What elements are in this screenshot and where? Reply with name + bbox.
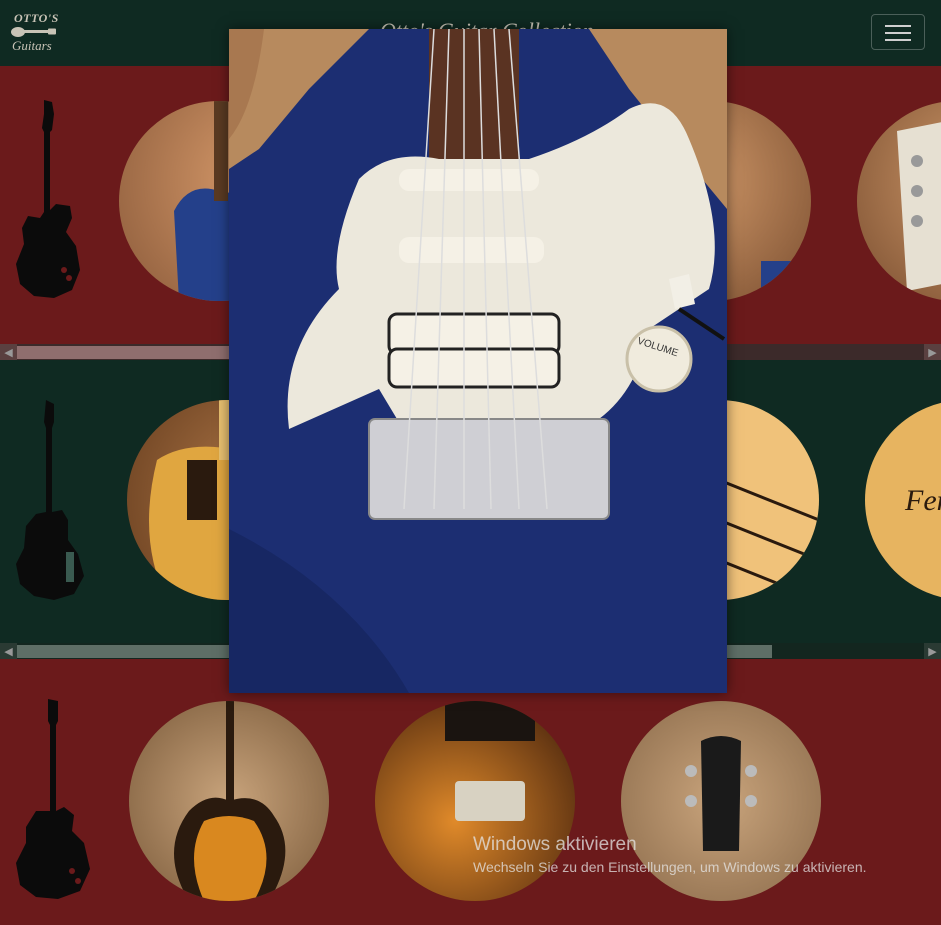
watermark-subtitle: Wechseln Sie zu den Einstellungen, um Wi… xyxy=(473,859,867,875)
hamburger-icon xyxy=(885,39,911,41)
scroll-right-icon[interactable]: ▶ xyxy=(924,344,941,360)
scroll-left-icon[interactable]: ◀ xyxy=(0,643,17,659)
watermark-title: Windows aktivieren xyxy=(473,834,637,855)
scroll-thumb[interactable] xyxy=(17,346,229,359)
menu-toggle-button[interactable] xyxy=(871,14,925,50)
semihollow-silhouette-icon[interactable] xyxy=(14,699,94,899)
guitar-row-semihollow xyxy=(0,659,941,925)
logo-text-guitars: Guitars xyxy=(12,38,52,53)
svg-text:Fender: Fender xyxy=(904,484,941,517)
blue-stratocaster-closeup-image: VOLUME xyxy=(229,29,727,693)
guitar-image-modal[interactable]: VOLUME xyxy=(229,29,727,693)
hamburger-icon xyxy=(885,25,911,27)
stratocaster-silhouette-icon[interactable] xyxy=(14,100,84,300)
telecaster-silhouette-icon[interactable] xyxy=(14,400,90,600)
sunburst-semihollow-photo[interactable] xyxy=(129,701,329,901)
strat-headstock-photo[interactable] xyxy=(857,101,941,301)
scroll-right-icon[interactable]: ▶ xyxy=(924,643,941,659)
logo-guitar-icon xyxy=(11,27,56,37)
site-logo[interactable]: OTTO'S Guitars xyxy=(10,10,60,56)
scroll-left-icon[interactable]: ◀ xyxy=(0,344,17,360)
tele-headstock-photo[interactable]: Fender xyxy=(865,400,941,600)
windows-activation-watermark: Windows aktivieren Wechseln Sie zu den E… xyxy=(473,834,867,876)
hamburger-icon xyxy=(885,32,911,34)
